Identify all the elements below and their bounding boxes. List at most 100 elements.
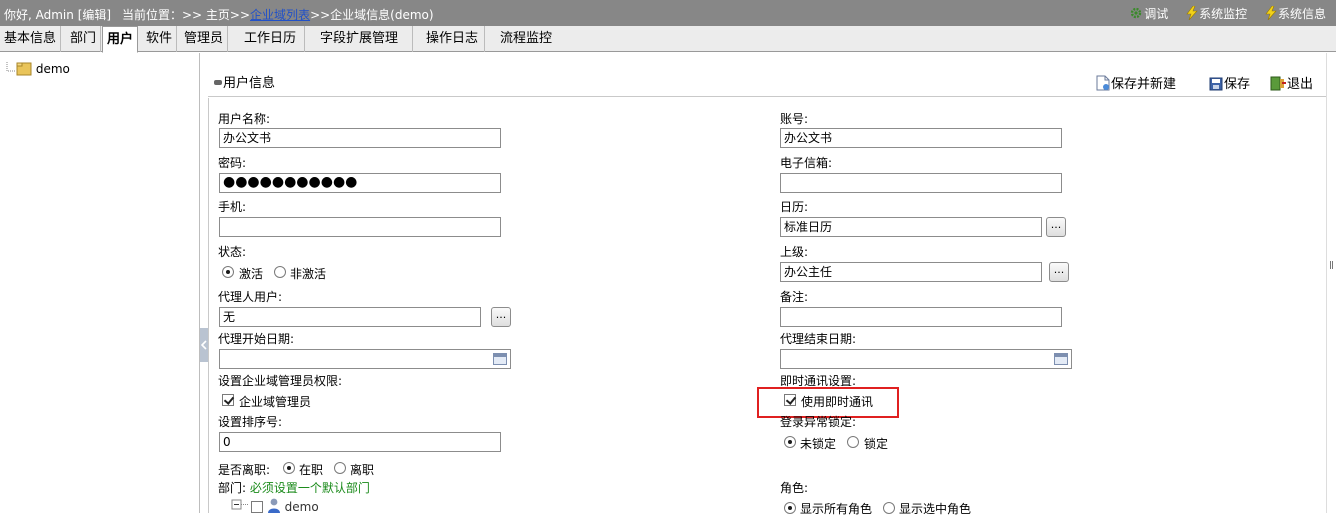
scroll-grip[interactable] (1330, 261, 1333, 269)
breadcrumb: 当前位置：>> 主页>>企业域列表>>企业域信息(demo) (122, 6, 434, 23)
sort-number-label: 设置排序号: (218, 415, 283, 429)
tree-node-demo[interactable]: demo (4, 61, 70, 76)
role-show-all-radio[interactable] (784, 502, 796, 514)
username-input[interactable]: 办公文书 (219, 128, 501, 148)
top-tools: 调试 系统监控 系统信息 (1115, 5, 1326, 22)
login-lock-label: 登录异常锁定: (780, 415, 857, 429)
account-label: 账号: (780, 112, 809, 126)
tab-operation-log[interactable]: 操作日志 (420, 26, 486, 52)
status-inactive-radio[interactable] (274, 266, 286, 278)
department-label: 部门: 必须设置一个默认部门 (218, 479, 370, 496)
account-input[interactable]: 办公文书 (780, 128, 1062, 148)
panel-title: 用户信息 (214, 72, 275, 91)
admin-perm-label: 设置企业域管理员权限: (218, 374, 343, 388)
calendar-input[interactable]: 标准日历 (780, 217, 1042, 237)
save-icon (1209, 77, 1223, 91)
system-monitor-button[interactable]: 系统监控 (1186, 5, 1247, 22)
unlocked-label: 未锁定 (800, 437, 837, 451)
unlocked-radio[interactable] (784, 436, 796, 448)
gear-icon (1131, 7, 1142, 19)
resigned-radio[interactable] (334, 462, 346, 474)
folder-icon (16, 62, 32, 76)
tab-process-monitor[interactable]: 流程监控 (494, 26, 558, 52)
proxy-user-picker-button[interactable]: ... (491, 307, 511, 327)
new-document-icon (1096, 75, 1110, 91)
breadcrumb-link-domain-list[interactable]: 企业域列表 (250, 8, 310, 22)
tab-software[interactable]: 软件 (142, 26, 178, 52)
system-monitor-label: 系统监控 (1199, 7, 1248, 21)
locked-radio[interactable] (847, 436, 859, 448)
system-info-label: 系统信息 (1277, 7, 1326, 21)
resigned-option-label: 离职 (350, 463, 375, 477)
remark-input[interactable] (780, 307, 1062, 327)
tab-admins[interactable]: 管理员 (180, 26, 229, 52)
role-show-selected-label: 显示选中角色 (899, 502, 972, 516)
debug-label: 调试 (1144, 7, 1169, 21)
system-info-button[interactable]: 系统信息 (1265, 5, 1326, 22)
right-scrollbar[interactable] (1326, 53, 1336, 513)
exit-label: 退出 (1287, 77, 1314, 92)
main-content: 用户信息 保存并新建 保存 退出 用户名称: 办公文书 账号: 办公文书 密码:… (208, 53, 1326, 516)
proxy-start-label: 代理开始日期: (218, 332, 295, 346)
user-form: 用户名称: 办公文书 账号: 办公文书 密码: ●●●●●●●●●●● 电子信箱… (208, 98, 1326, 516)
tab-work-calendar[interactable]: 工作日历 (236, 26, 306, 52)
exit-door-icon (1270, 76, 1286, 91)
sort-number-input[interactable]: 0 (219, 432, 501, 452)
panel-header: 用户信息 保存并新建 保存 退出 (208, 65, 1326, 97)
tab-users[interactable]: 用户 (102, 26, 139, 53)
top-bar: 你好, Admin [编辑] 当前位置：>> 主页>>企业域列表>>企业域信息(… (0, 0, 1336, 26)
domain-admin-label: 企业域管理员 (239, 395, 312, 409)
chevron-left-icon (201, 340, 207, 350)
superior-picker-button[interactable]: ... (1049, 262, 1069, 282)
role-show-selected-radio[interactable] (883, 502, 895, 514)
org-tree-panel: demo (0, 53, 200, 513)
phone-input[interactable] (219, 217, 501, 237)
employed-radio[interactable] (283, 462, 295, 474)
phone-label: 手机: (218, 200, 247, 214)
tree-expand-icon (231, 499, 249, 510)
calendar-icon[interactable] (493, 353, 507, 365)
superior-input[interactable]: 办公主任 (780, 262, 1042, 282)
proxy-end-input[interactable] (780, 349, 1072, 369)
dept-node-label: demo (284, 500, 319, 514)
status-active-radio[interactable] (222, 266, 234, 278)
breadcrumb-prefix: 当前位置：>> 主页>> (122, 8, 251, 22)
username-label: 用户名称: (218, 112, 271, 126)
calendar-label: 日历: (780, 200, 809, 214)
tab-basic-info[interactable]: 基本信息 (0, 26, 62, 52)
proxy-end-label: 代理结束日期: (780, 332, 857, 346)
panel-title-text: 用户信息 (223, 76, 276, 91)
dept-node-checkbox[interactable] (251, 501, 263, 513)
dept-tree-node[interactable]: demo (231, 498, 319, 514)
superior-label: 上级: (780, 245, 809, 259)
calendar-icon[interactable] (1054, 353, 1068, 365)
calendar-picker-button[interactable]: ... (1046, 217, 1066, 237)
email-input[interactable] (780, 173, 1062, 193)
locked-label: 锁定 (864, 437, 889, 451)
save-and-new-button[interactable]: 保存并新建 (1096, 73, 1176, 92)
proxy-user-input[interactable]: 无 (219, 307, 481, 327)
domain-admin-checkbox[interactable] (222, 394, 234, 406)
tab-bar: 基本信息 部门 用户 软件 管理员 工作日历 字段扩展管理 操作日志 流程监控 (0, 26, 1336, 53)
tab-department[interactable]: 部门 (66, 26, 102, 52)
breadcrumb-suffix: >>企业域信息(demo) (310, 8, 434, 22)
tab-field-extension[interactable]: 字段扩展管理 (306, 26, 414, 52)
debug-button[interactable]: 调试 (1129, 5, 1168, 22)
proxy-user-label: 代理人用户: (218, 290, 283, 304)
save-label: 保存 (1224, 77, 1251, 92)
department-label-text: 部门: (218, 481, 247, 495)
status-active-label: 激活 (239, 267, 264, 281)
user-icon (267, 498, 280, 513)
password-input[interactable]: ●●●●●●●●●●● (219, 173, 501, 193)
role-label: 角色: (780, 481, 809, 495)
remark-label: 备注: (780, 290, 809, 304)
collapse-sidebar-handle[interactable] (200, 328, 208, 362)
save-and-new-label: 保存并新建 (1111, 77, 1177, 92)
role-show-all-label: 显示所有角色 (800, 502, 873, 516)
tree-node-label: demo (35, 62, 70, 76)
tree-line-icon (6, 62, 15, 72)
lightning-icon (1186, 5, 1198, 21)
save-button[interactable]: 保存 (1209, 73, 1250, 92)
exit-button[interactable]: 退出 (1270, 73, 1313, 92)
proxy-start-input[interactable] (219, 349, 511, 369)
